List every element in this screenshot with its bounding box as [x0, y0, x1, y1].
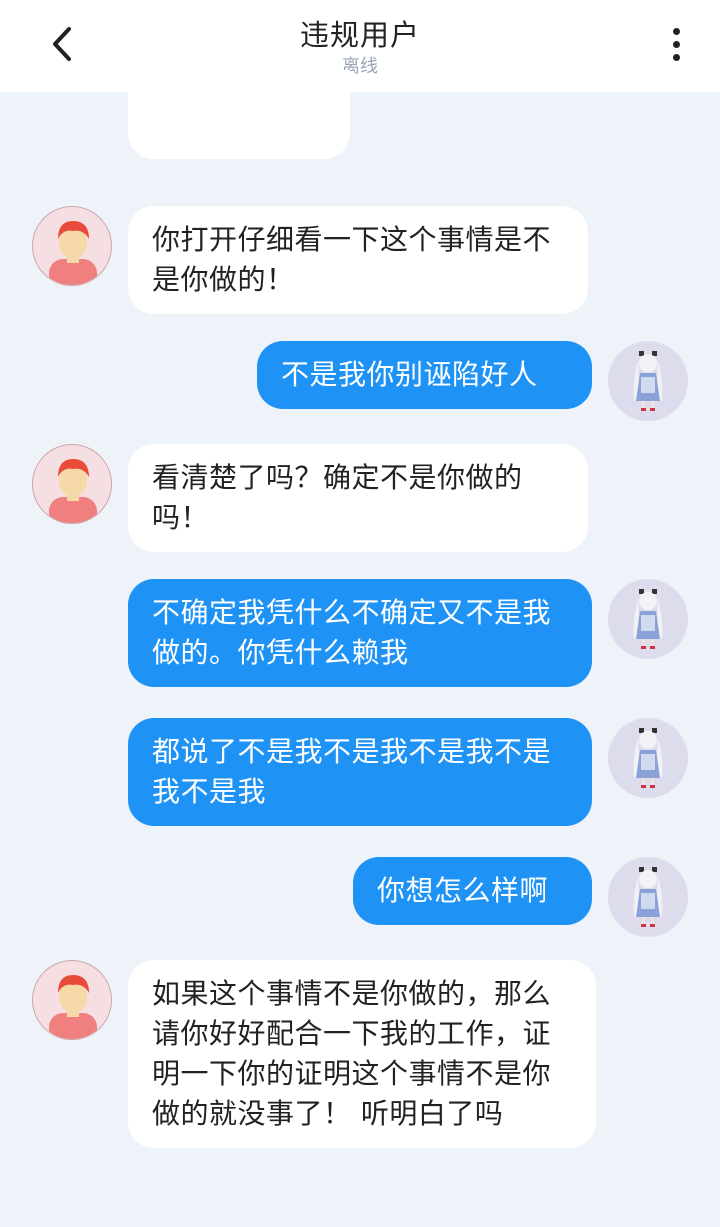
- message-text: 不确定我凭什么不确定又不是我做的。你凭什么赖我: [152, 596, 552, 669]
- contact-avatar[interactable]: [32, 206, 112, 286]
- contact-avatar[interactable]: [32, 444, 112, 524]
- message-bubble-outgoing[interactable]: 都说了不是我不是我不是我不是我不是我: [128, 718, 592, 826]
- my-avatar[interactable]: [608, 857, 688, 937]
- message-text: 如果这个事情不是你做的，那么请你好好配合一下我的工作，证明一下你的证明这个事情不…: [152, 977, 552, 1130]
- message-text: 都说了不是我不是我不是我不是我不是我: [152, 735, 552, 808]
- my-avatar[interactable]: [608, 341, 688, 421]
- chat-header: 违规用户 离线: [0, 0, 720, 92]
- message-bubble-outgoing[interactable]: 不是我你别诬陷好人: [257, 341, 592, 409]
- my-avatar[interactable]: [608, 718, 688, 798]
- message-bubble-partial[interactable]: [128, 70, 350, 159]
- message-bubble-outgoing[interactable]: 不确定我凭什么不确定又不是我做的。你凭什么赖我: [128, 579, 592, 687]
- person-avatar-icon: [49, 221, 97, 285]
- message-bubble-outgoing[interactable]: 你想怎么样啊: [353, 857, 592, 925]
- message-text: 看清楚了吗？确定不是你做的吗！: [152, 461, 523, 534]
- presence-status: 离线: [342, 56, 378, 77]
- message-text: 你想怎么样啊: [377, 874, 549, 907]
- anime-girl-avatar-icon: [633, 589, 663, 649]
- message-bubble-incoming[interactable]: 你打开仔细看一下这个事情是不是你做的！: [128, 206, 588, 314]
- message-bubble-incoming[interactable]: 如果这个事情不是你做的，那么请你好好配合一下我的工作，证明一下你的证明这个事情不…: [128, 960, 596, 1148]
- message-text: 你打开仔细看一下这个事情是不是你做的！: [152, 223, 552, 296]
- anime-girl-avatar-icon: [633, 351, 663, 411]
- more-options-button[interactable]: [656, 22, 696, 66]
- person-avatar-icon: [49, 459, 97, 523]
- more-vertical-icon: [672, 27, 680, 35]
- person-avatar-icon: [49, 975, 97, 1039]
- message-bubble-incoming[interactable]: 看清楚了吗？确定不是你做的吗！: [128, 444, 588, 552]
- my-avatar[interactable]: [608, 579, 688, 659]
- anime-girl-avatar-icon: [633, 728, 663, 788]
- message-text: 不是我你别诬陷好人: [281, 358, 538, 391]
- contact-avatar[interactable]: [32, 960, 112, 1040]
- chat-title: 违规用户: [299, 18, 420, 52]
- anime-girl-avatar-icon: [633, 867, 663, 927]
